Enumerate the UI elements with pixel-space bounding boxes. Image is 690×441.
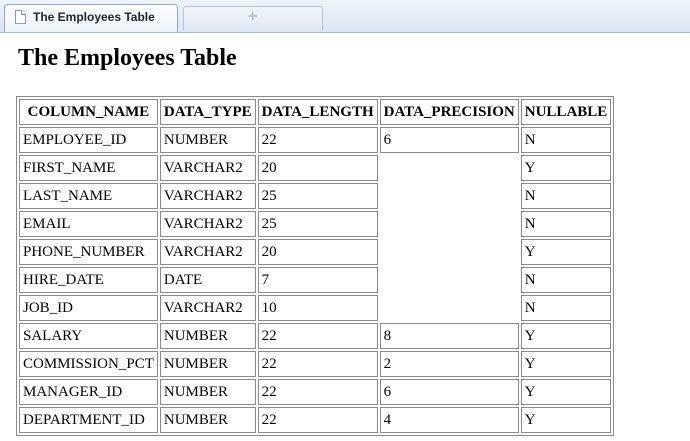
table-row: LAST_NAME VARCHAR2 25 N — [19, 183, 612, 209]
table-cell: DEPARTMENT_ID — [19, 407, 158, 433]
table-cell: 8 — [379, 323, 519, 349]
table-row: FIRST_NAME VARCHAR2 20 Y — [19, 155, 612, 181]
table-cell: NUMBER — [159, 379, 256, 405]
table-cell: N — [520, 211, 612, 237]
new-tab-button[interactable]: ✛ — [183, 6, 323, 30]
table-cell: N — [520, 183, 612, 209]
browser-tab[interactable]: The Employees Table — [4, 4, 178, 32]
table-row: DEPARTMENT_ID NUMBER 22 4 Y — [19, 407, 612, 433]
table-cell: Y — [520, 323, 612, 349]
table-cell: Y — [520, 351, 612, 377]
table-cell — [380, 267, 519, 293]
table-cell: 25 — [257, 211, 378, 237]
table-cell — [380, 239, 519, 265]
table-cell: LAST_NAME — [19, 183, 158, 209]
table-cell — [380, 211, 519, 237]
table-cell: NUMBER — [159, 127, 256, 153]
table-cell: MANAGER_ID — [19, 379, 158, 405]
table-cell: 6 — [379, 127, 519, 153]
table-cell: VARCHAR2 — [159, 155, 256, 181]
table-cell — [380, 295, 519, 321]
table-cell: COMMISSION_PCT — [19, 351, 158, 377]
table-row: HIRE_DATE DATE 7 N — [19, 267, 612, 293]
column-header: DATA_LENGTH — [257, 99, 378, 125]
table-cell — [380, 155, 519, 181]
table-cell: 22 — [257, 407, 378, 433]
table-cell — [380, 183, 519, 209]
table-cell: NUMBER — [159, 323, 256, 349]
table-row: COMMISSION_PCT NUMBER 22 2 Y — [19, 351, 612, 377]
table-cell: 20 — [257, 239, 378, 265]
table-row: EMPLOYEE_ID NUMBER 22 6 N — [19, 127, 612, 153]
table-cell: 2 — [379, 351, 519, 377]
table-cell: FIRST_NAME — [19, 155, 158, 181]
table-row: EMAIL VARCHAR2 25 N — [19, 211, 612, 237]
table-cell: 22 — [257, 351, 378, 377]
table-row: JOB_ID VARCHAR2 10 N — [19, 295, 612, 321]
table-cell: VARCHAR2 — [159, 295, 256, 321]
column-header: COLUMN_NAME — [19, 99, 158, 125]
table-cell: Y — [520, 407, 612, 433]
table-cell: DATE — [159, 267, 256, 293]
table-cell: EMAIL — [19, 211, 158, 237]
table-cell: N — [520, 267, 612, 293]
table-header-row: COLUMN_NAME DATA_TYPE DATA_LENGTH DATA_P… — [19, 99, 612, 125]
table-row: SALARY NUMBER 22 8 Y — [19, 323, 612, 349]
table-cell: HIRE_DATE — [19, 267, 158, 293]
table-cell: NUMBER — [159, 351, 256, 377]
table-body: EMPLOYEE_ID NUMBER 22 6 N FIRST_NAME VARCHAR2 2… — [19, 127, 612, 433]
table-cell: VARCHAR2 — [159, 239, 256, 265]
table-cell: Y — [520, 239, 612, 265]
table-cell: VARCHAR2 — [159, 183, 256, 209]
column-header: DATA_TYPE — [159, 99, 256, 125]
table-row: PHONE_NUMBER VARCHAR2 20 Y — [19, 239, 612, 265]
page-icon — [15, 10, 26, 24]
table-cell: 22 — [257, 323, 378, 349]
table-cell: 20 — [257, 155, 378, 181]
table-row: MANAGER_ID NUMBER 22 6 Y — [19, 379, 612, 405]
table-cell: Y — [520, 155, 612, 181]
table-cell: JOB_ID — [19, 295, 158, 321]
table-cell: 4 — [379, 407, 519, 433]
table-cell: 6 — [379, 379, 519, 405]
table-cell: N — [520, 127, 612, 153]
table-cell: 7 — [257, 267, 378, 293]
table-cell: 22 — [257, 379, 378, 405]
table-cell: N — [520, 295, 612, 321]
page-title: The Employees Table — [18, 45, 237, 71]
column-header: DATA_PRECISION — [379, 99, 519, 125]
column-header: NULLABLE — [520, 99, 612, 125]
browser-tab-bar: The Employees Table ✛ — [0, 0, 690, 33]
table-cell: VARCHAR2 — [159, 211, 256, 237]
table-cell: Y — [520, 379, 612, 405]
table-cell: NUMBER — [159, 407, 256, 433]
tab-title: The Employees Table — [33, 10, 155, 24]
table-cell: 10 — [257, 295, 378, 321]
table-cell: PHONE_NUMBER — [19, 239, 158, 265]
table-cell: EMPLOYEE_ID — [19, 127, 158, 153]
plus-icon: ✛ — [248, 10, 258, 23]
employees-table: COLUMN_NAME DATA_TYPE DATA_LENGTH DATA_P… — [16, 96, 615, 436]
table-cell: 25 — [257, 183, 378, 209]
table-cell: SALARY — [19, 323, 158, 349]
table-cell: 22 — [257, 127, 378, 153]
